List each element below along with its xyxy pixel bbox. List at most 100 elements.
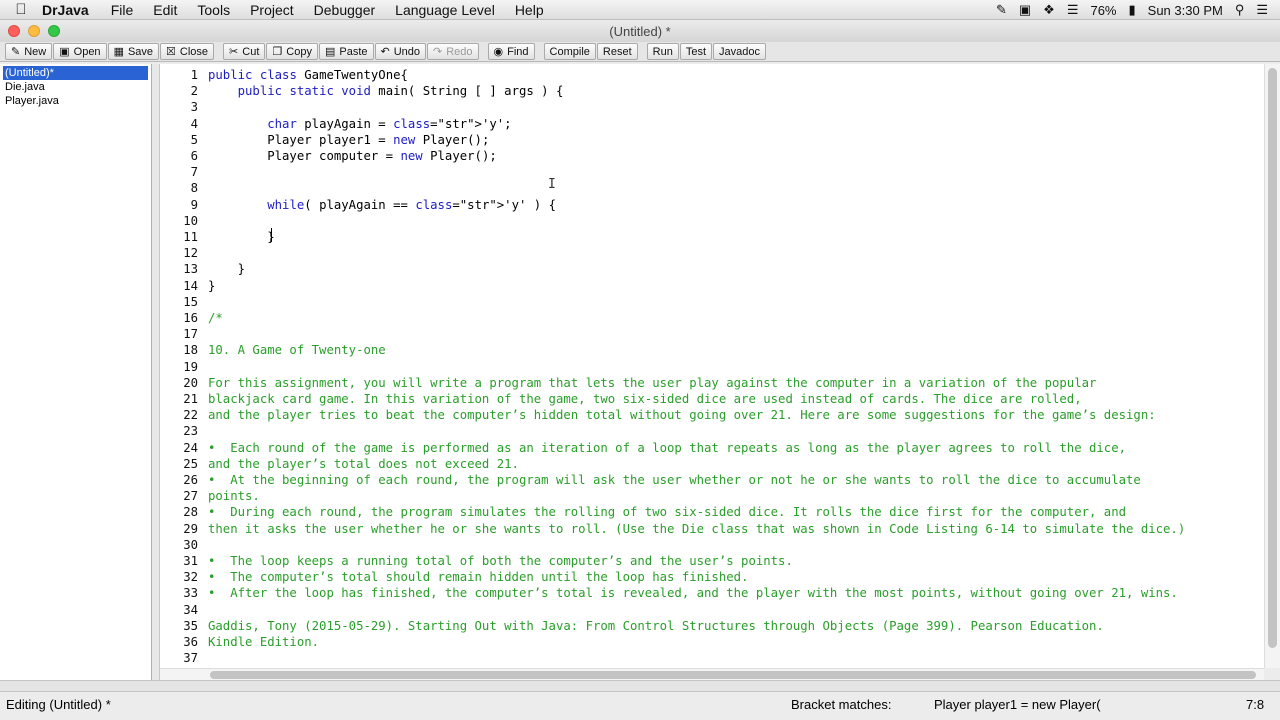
open-button[interactable]: ▣ Open <box>53 43 107 60</box>
code-line: 30 <box>160 537 198 553</box>
line-number: 9 <box>190 197 198 212</box>
code-line: 25 and the player’s total does not exceed… <box>160 456 519 472</box>
new-button[interactable]: ✎ New <box>5 43 53 60</box>
line-number: 12 <box>183 246 198 261</box>
code-text: while( playAgain == class="str">'y' ) { <box>267 197 557 212</box>
line-number: 17 <box>183 327 198 342</box>
code-line: 24 • Each round of the game is performed … <box>160 440 1126 456</box>
save-button[interactable]: ▦ Save <box>107 43 160 60</box>
menu-debugger[interactable]: Debugger <box>314 2 376 18</box>
document-item-player[interactable]: Player.java <box>0 94 151 108</box>
code-text: /* <box>208 311 223 325</box>
code-text: • The loop keeps a running total of both… <box>208 554 793 568</box>
code-line: 11 } <box>160 229 274 245</box>
code-line: 6 Player computer = new Player(); <box>160 148 497 164</box>
copy-button[interactable]: ❐ Copy <box>266 43 318 60</box>
line-number: 34 <box>183 602 198 617</box>
ibeam-cursor-icon: I <box>548 177 556 192</box>
menu-tools[interactable]: Tools <box>197 2 230 18</box>
code-line: 12 <box>160 245 198 261</box>
code-line: 10 <box>160 213 198 229</box>
code-line: 15 <box>160 294 198 310</box>
run-button[interactable]: Run <box>646 43 679 60</box>
sidebar-splitter[interactable] <box>152 64 160 680</box>
line-number: 21 <box>183 392 198 406</box>
line-number: 5 <box>190 132 198 147</box>
horizontal-scroll-thumb[interactable] <box>210 671 1256 679</box>
menu-app-name[interactable]: DrJava <box>42 2 89 18</box>
code-line: 8 <box>160 180 198 196</box>
scissors-icon: ✂ <box>229 46 239 58</box>
vertical-scroll-thumb[interactable] <box>1268 68 1277 648</box>
interactions-pane-divider[interactable] <box>0 680 1280 692</box>
line-number: 11 <box>183 230 198 244</box>
open-folder-icon: ▣ <box>59 46 70 58</box>
line-number: 20 <box>183 375 198 390</box>
close-window-icon[interactable] <box>8 25 20 37</box>
pen-icon[interactable]: ✎ <box>996 2 1007 18</box>
code-text: } <box>208 278 216 293</box>
dropbox-icon[interactable]: ❖ <box>1043 2 1055 18</box>
menu-help[interactable]: Help <box>515 2 544 18</box>
line-number: 10 <box>183 213 198 228</box>
code-text: For this assignment, you will write a pr… <box>208 375 1097 390</box>
save-icon: ▦ <box>113 46 124 58</box>
code-text: public static void main( String [ ] args… <box>237 84 564 99</box>
menu-file[interactable]: File <box>111 2 134 18</box>
undo-button[interactable]: ↶ Undo <box>374 43 427 60</box>
reset-button[interactable]: Reset <box>596 43 638 60</box>
battery-percent[interactable]: 76% <box>1090 3 1116 18</box>
horizontal-scrollbar[interactable] <box>160 668 1264 680</box>
battery-icon[interactable]: ▮ <box>1129 2 1136 18</box>
line-number: 16 <box>183 311 198 325</box>
close-file-icon: ☒ <box>166 46 176 58</box>
new-file-icon: ✎ <box>11 46 21 58</box>
code-text: 10. A Game of Twenty-one <box>208 343 386 358</box>
compile-button[interactable]: Compile <box>543 43 596 60</box>
line-number: 30 <box>183 537 198 552</box>
menu-project[interactable]: Project <box>250 2 294 18</box>
line-number: 32 <box>183 570 198 585</box>
code-line: 27 points. <box>160 488 260 504</box>
spotlight-icon[interactable]: ⚲ <box>1235 2 1245 18</box>
code-text: points. <box>208 489 260 504</box>
paste-button[interactable]: ▤ Paste <box>318 43 374 60</box>
zoom-window-icon[interactable] <box>48 25 60 37</box>
document-item-die[interactable]: Die.java <box>0 80 151 94</box>
wifi-icon[interactable]: ☰ <box>1067 2 1079 18</box>
vertical-scrollbar[interactable] <box>1264 64 1280 668</box>
close-button[interactable]: ☒ Close <box>160 43 215 60</box>
clock[interactable]: Sun 3:30 PM <box>1148 3 1223 18</box>
line-number: 15 <box>183 294 198 309</box>
code-line: 35 Gaddis, Tony (2015-05-29). Starting Ou… <box>160 618 1104 634</box>
line-number: 19 <box>183 359 198 374</box>
code-line: 20 For this assignment, you will write a … <box>160 375 1096 391</box>
line-number: 8 <box>190 181 198 196</box>
line-number: 37 <box>183 651 198 666</box>
code-text: Gaddis, Tony (2015-05-29). Starting Out … <box>208 618 1104 633</box>
window-titlebar: (Untitled) * <box>0 20 1280 42</box>
menu-list-icon[interactable]: ☰ <box>1256 2 1268 18</box>
document-item-untitled[interactable]: (Untitled)* <box>2 65 149 81</box>
line-number: 1 <box>190 68 198 82</box>
redo-button[interactable]: ↷ Redo <box>427 43 479 60</box>
apple-icon[interactable]:  <box>0 1 42 18</box>
display-icon[interactable]: ▣ <box>1019 2 1031 18</box>
find-button[interactable]: ◉ Find <box>487 43 535 60</box>
menu-edit[interactable]: Edit <box>153 2 177 18</box>
test-button[interactable]: Test <box>679 43 713 60</box>
code-line: 14} <box>160 278 215 294</box>
javadoc-button[interactable]: Javadoc <box>713 43 767 60</box>
menu-language-level[interactable]: Language Level <box>395 2 495 18</box>
code-editor[interactable]: I 1 public class GameTwentyOne{2 public s… <box>160 64 1264 668</box>
code-line: 32 • The computer’s total should remain h… <box>160 569 748 585</box>
minimize-window-icon[interactable] <box>28 25 40 37</box>
mac-menubar:  DrJava File Edit Tools Project Debugge… <box>0 0 1280 20</box>
status-bracket-label: Bracket matches: <box>791 697 892 712</box>
code-text: • At the beginning of each round, the pr… <box>208 473 1141 487</box>
line-number: 26 <box>183 473 198 487</box>
cut-button[interactable]: ✂ Cut <box>223 43 266 60</box>
line-number: 28 <box>183 505 198 520</box>
code-text: • Each round of the game is performed as… <box>208 440 1127 455</box>
